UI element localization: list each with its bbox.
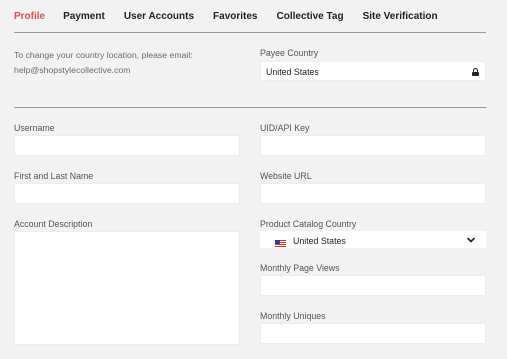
website-url-label: Website URL bbox=[260, 171, 312, 181]
uid-api-key-input[interactable] bbox=[260, 135, 486, 156]
tab-profile[interactable]: Profile bbox=[14, 11, 45, 25]
monthly-page-views-input[interactable] bbox=[260, 275, 486, 296]
country-change-note: To change your country location, please … bbox=[14, 48, 246, 77]
tab-collective-tag[interactable]: Collective Tag bbox=[277, 11, 344, 25]
payee-country-value: United States bbox=[266, 67, 319, 77]
us-flag-icon bbox=[275, 240, 286, 247]
tab-site-verification[interactable]: Site Verification bbox=[363, 11, 438, 25]
lock-icon bbox=[472, 68, 479, 76]
section-divider bbox=[14, 107, 486, 108]
product-catalog-country-value: United States bbox=[293, 236, 346, 246]
tab-payment[interactable]: Payment bbox=[63, 11, 105, 25]
product-catalog-country-label: Product Catalog Country bbox=[260, 219, 357, 229]
payee-country-field: United States bbox=[260, 61, 486, 81]
tabs-divider bbox=[14, 32, 486, 33]
product-catalog-country-select[interactable]: United States bbox=[260, 231, 486, 248]
monthly-uniques-input[interactable] bbox=[260, 323, 486, 344]
country-note-text: To change your country location, please … bbox=[14, 50, 193, 60]
website-url-input[interactable] bbox=[260, 183, 486, 204]
payee-country-label: Payee Country bbox=[260, 48, 319, 58]
uid-api-key-label: UID/API Key bbox=[260, 123, 310, 133]
username-label: Username bbox=[14, 123, 55, 133]
monthly-uniques-label: Monthly Uniques bbox=[260, 311, 326, 321]
monthly-page-views-label: Monthly Page Views bbox=[260, 263, 340, 273]
account-description-textarea[interactable] bbox=[14, 231, 240, 345]
tab-bar: Profile Payment User Accounts Favorites … bbox=[14, 11, 438, 25]
first-last-name-label: First and Last Name bbox=[14, 171, 94, 181]
first-last-name-input[interactable] bbox=[14, 183, 240, 204]
support-email: help@shopstylecollective.com bbox=[14, 64, 131, 75]
tab-user-accounts[interactable]: User Accounts bbox=[124, 11, 194, 25]
chevron-down-icon[interactable] bbox=[467, 236, 475, 244]
username-input[interactable] bbox=[14, 135, 240, 156]
tab-favorites[interactable]: Favorites bbox=[213, 11, 257, 25]
account-description-label: Account Description bbox=[14, 219, 93, 229]
